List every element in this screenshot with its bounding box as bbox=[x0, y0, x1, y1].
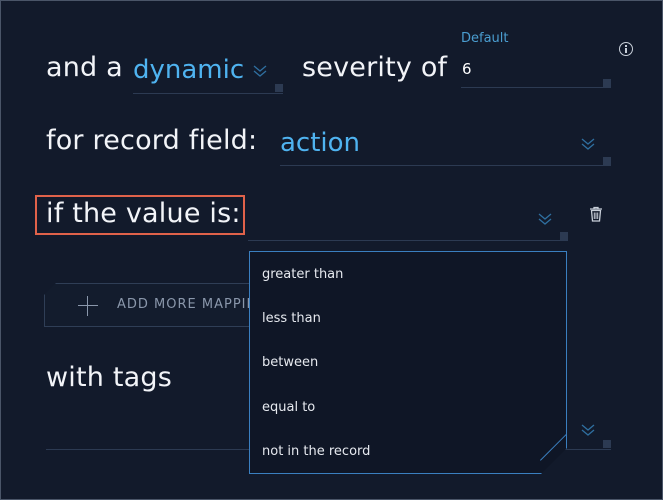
record-field-corner bbox=[603, 157, 611, 165]
default-label: Default bbox=[461, 31, 509, 46]
dropdown-option-between[interactable]: between bbox=[262, 355, 318, 370]
tags-corner bbox=[603, 440, 611, 448]
record-field-value: action bbox=[280, 128, 361, 158]
severity-mode-underline bbox=[133, 93, 283, 94]
record-field-underline bbox=[280, 165, 611, 166]
severity-prefix-text: and a bbox=[46, 52, 123, 83]
tags-label: with tags bbox=[46, 362, 173, 393]
dropdown-option-equal-to[interactable]: equal to bbox=[262, 400, 315, 415]
chevron-down-icon bbox=[252, 64, 268, 78]
add-more-mappings-button[interactable]: ADD MORE MAPPIN bbox=[44, 283, 254, 327]
chevron-down-icon bbox=[537, 212, 553, 226]
chevron-down-icon bbox=[580, 137, 596, 151]
dropdown-option-less-than[interactable]: less than bbox=[262, 311, 321, 326]
severity-mode-corner bbox=[275, 84, 283, 92]
severity-value-underline bbox=[461, 87, 611, 88]
value-condition-dropdown: greater than less than between equal to … bbox=[249, 251, 567, 474]
value-condition-corner bbox=[560, 232, 568, 240]
chevron-down-icon bbox=[580, 423, 596, 437]
severity-mode-value: dynamic bbox=[133, 55, 245, 85]
dropdown-option-not-in-record[interactable]: not in the record bbox=[262, 444, 370, 459]
severity-value: 6 bbox=[462, 60, 472, 78]
dropdown-option-greater-than[interactable]: greater than bbox=[262, 267, 343, 282]
severity-value-corner bbox=[603, 79, 611, 87]
trash-icon[interactable] bbox=[587, 205, 605, 223]
record-field-label: for record field: bbox=[46, 125, 258, 156]
severity-of-text: severity of bbox=[302, 52, 448, 83]
value-condition-label: if the value is: bbox=[46, 198, 241, 229]
add-more-mappings-label: ADD MORE MAPPIN bbox=[117, 297, 258, 312]
plus-icon bbox=[78, 296, 98, 316]
value-condition-underline bbox=[248, 240, 568, 241]
info-icon[interactable] bbox=[619, 42, 633, 56]
